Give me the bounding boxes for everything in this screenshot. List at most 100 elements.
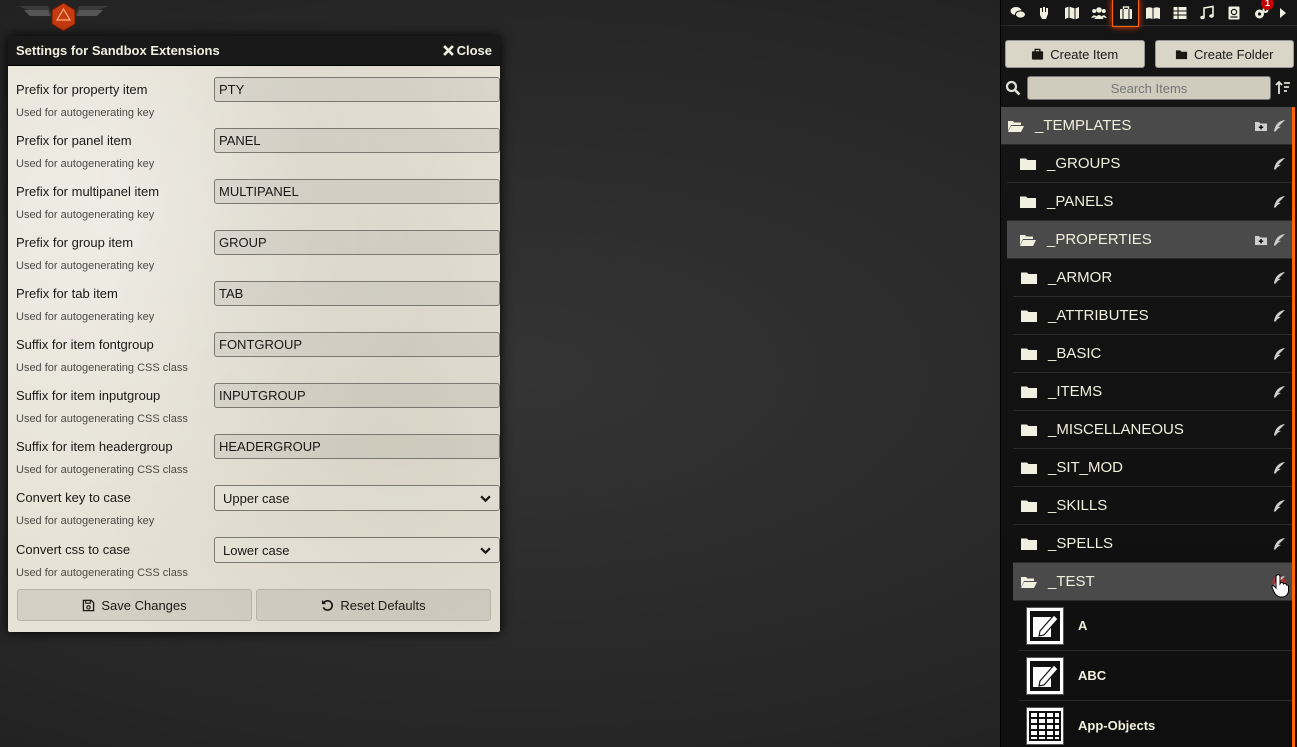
create-entry-icon[interactable]	[1272, 423, 1286, 437]
folder-panels[interactable]: _PANELS	[1007, 183, 1294, 221]
mouse-cursor-icon	[1271, 574, 1289, 598]
folder-icon	[1021, 348, 1037, 360]
scrollbar[interactable]	[1292, 107, 1295, 747]
tab-journal[interactable]	[1139, 0, 1166, 26]
create-entry-icon[interactable]	[1272, 195, 1286, 209]
create-entry-icon[interactable]	[1272, 157, 1286, 171]
save-label: Save Changes	[101, 597, 187, 613]
folder-name: _TEST	[1048, 573, 1095, 590]
close-button[interactable]: Close	[442, 43, 492, 58]
item-entry[interactable]: A	[1019, 601, 1294, 651]
create-entry-icon[interactable]	[1272, 461, 1286, 475]
setting-row: Convert key to case Upper case Used for …	[16, 484, 500, 536]
dialog-footer: Save Changes Reset Defaults	[17, 589, 491, 621]
foundry-logo[interactable]	[16, 2, 111, 32]
folder-test[interactable]: _TEST	[1013, 563, 1294, 601]
folder-icon	[1175, 49, 1188, 59]
headergroup-suffix-input[interactable]	[214, 434, 500, 459]
inputgroup-suffix-input[interactable]	[214, 383, 500, 408]
folder-icon	[1020, 196, 1036, 208]
setting-hint: Used for autogenerating key	[16, 260, 155, 272]
compendium-icon	[1228, 6, 1239, 19]
tab-chat[interactable]	[1004, 0, 1031, 26]
setting-label: Prefix for property item	[16, 82, 148, 97]
tab-playlists[interactable]	[1193, 0, 1220, 26]
search-row	[1005, 75, 1296, 101]
create-entry-icon[interactable]	[1272, 309, 1286, 323]
folder-items[interactable]: _ITEMS	[1013, 373, 1294, 411]
setting-label: Suffix for item headergroup	[16, 439, 173, 454]
folder-armor[interactable]: _ARMOR	[1013, 259, 1294, 297]
create-entry-icon[interactable]	[1272, 119, 1286, 133]
folder-name: _MISCELLANEOUS	[1048, 421, 1184, 438]
suitcase-icon	[1032, 48, 1044, 60]
combat-icon	[1039, 6, 1048, 19]
folder-spells[interactable]: _SPELLS	[1013, 525, 1294, 563]
folder-name: _SKILLS	[1048, 497, 1108, 514]
setting-label: Convert css to case	[16, 542, 131, 557]
create-item-button[interactable]: Create Item	[1005, 40, 1145, 68]
caret-right-icon	[1280, 7, 1286, 18]
item-entry[interactable]: App-Objects	[1019, 701, 1294, 747]
folder-skills[interactable]: _SKILLS	[1013, 487, 1294, 525]
folder-miscellaneous[interactable]: _MISCELLANEOUS	[1013, 411, 1294, 449]
create-entry-icon[interactable]	[1272, 233, 1286, 247]
tab-settings[interactable]: 1	[1247, 0, 1274, 26]
folder-name: _GROUPS	[1047, 155, 1121, 172]
folder-open-icon	[1021, 576, 1037, 588]
create-entry-icon[interactable]	[1272, 499, 1286, 513]
item-entry[interactable]: ABC	[1019, 651, 1294, 701]
fontgroup-suffix-input[interactable]	[214, 332, 500, 357]
create-subfolder-icon[interactable]	[1254, 233, 1268, 247]
reset-defaults-button[interactable]: Reset Defaults	[256, 589, 491, 621]
tab-combat[interactable]	[1031, 0, 1058, 26]
search-icon	[1005, 80, 1021, 96]
search-input[interactable]	[1027, 76, 1271, 100]
setting-label: Prefix for tab item	[16, 286, 118, 301]
create-subfolder-icon[interactable]	[1254, 119, 1268, 133]
property-prefix-input[interactable]	[214, 77, 500, 102]
key-case-select[interactable]: Upper case	[214, 485, 500, 511]
tab-items[interactable]	[1112, 0, 1139, 27]
panel-prefix-input[interactable]	[214, 128, 500, 153]
setting-row: Prefix for group item Used for autogener…	[16, 229, 500, 280]
folder-name: _BASIC	[1048, 345, 1102, 362]
items-icon	[1119, 5, 1132, 19]
folder-attributes[interactable]: _ATTRIBUTES	[1013, 297, 1294, 335]
tab-prefix-input[interactable]	[214, 281, 500, 306]
key-case-value: Upper case	[223, 490, 290, 506]
group-prefix-input[interactable]	[214, 230, 500, 255]
folder-groups[interactable]: _GROUPS	[1007, 145, 1294, 183]
reset-label: Reset Defaults	[340, 597, 426, 613]
css-case-value: Lower case	[223, 542, 290, 558]
sort-icon[interactable]	[1275, 80, 1291, 96]
collapse-sidebar[interactable]	[1274, 0, 1292, 26]
edit-icon	[1030, 660, 1060, 691]
create-folder-label: Create Folder	[1194, 46, 1274, 62]
folder-icon	[1021, 462, 1037, 474]
create-entry-icon[interactable]	[1272, 537, 1286, 551]
setting-row: Prefix for panel item Used for autogener…	[16, 127, 500, 178]
save-changes-button[interactable]: Save Changes	[17, 589, 252, 621]
folder-sit-mod[interactable]: _SIT_MOD	[1013, 449, 1294, 487]
folder-properties[interactable]: _PROPERTIES	[1007, 221, 1294, 259]
tab-tables[interactable]	[1166, 0, 1193, 26]
save-icon	[83, 599, 95, 611]
create-entry-icon[interactable]	[1272, 385, 1286, 399]
sidebar-tabs: 1	[1001, 0, 1297, 27]
tab-scenes[interactable]	[1058, 0, 1085, 26]
folder-basic[interactable]: _BASIC	[1013, 335, 1294, 373]
folder-templates[interactable]: _TEMPLATES	[1001, 107, 1294, 145]
tab-actors[interactable]	[1085, 0, 1112, 26]
chat-icon	[1010, 6, 1026, 19]
tab-compendium[interactable]	[1220, 0, 1247, 26]
edit-icon	[1030, 610, 1060, 641]
css-case-select[interactable]: Lower case	[214, 537, 500, 563]
create-folder-button[interactable]: Create Folder	[1154, 40, 1294, 68]
setting-hint: Used for autogenerating CSS class	[16, 413, 188, 425]
settings-form: Prefix for property item Used for autoge…	[8, 66, 500, 588]
create-entry-icon[interactable]	[1272, 347, 1286, 361]
multipanel-prefix-input[interactable]	[214, 179, 500, 204]
dialog-header[interactable]: Settings for Sandbox Extensions Close	[8, 36, 500, 66]
create-entry-icon[interactable]	[1272, 271, 1286, 285]
